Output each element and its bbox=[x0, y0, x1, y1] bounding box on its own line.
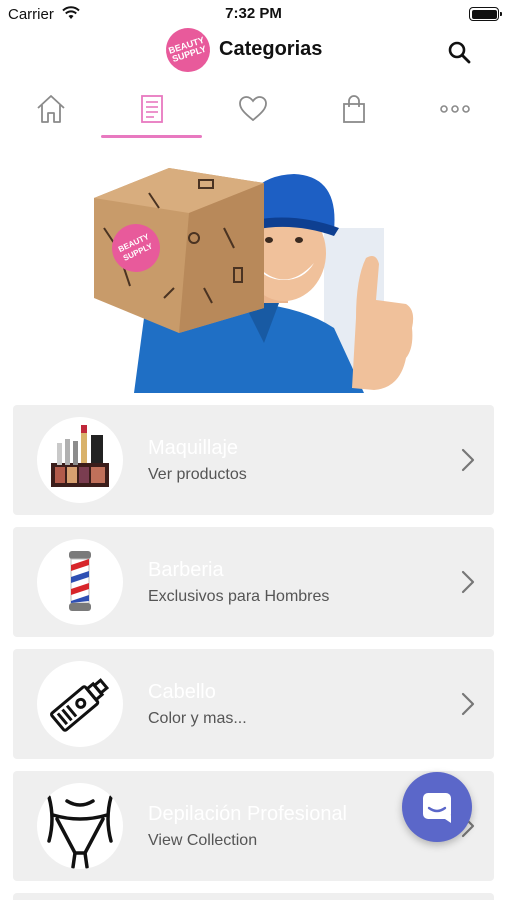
hair-tube-icon bbox=[37, 661, 123, 747]
category-title: Maquillaje bbox=[148, 437, 239, 459]
category-subtitle: Ver productos bbox=[148, 466, 247, 483]
category-card-makeup[interactable]: Maquillaje Ver productos bbox=[13, 405, 494, 515]
tab-bag[interactable] bbox=[303, 88, 404, 140]
search-icon[interactable] bbox=[447, 40, 471, 64]
category-title: Depilación Profesional bbox=[148, 803, 348, 825]
category-subtitle: Color y mas... bbox=[148, 710, 247, 727]
tab-favorites[interactable] bbox=[202, 88, 303, 140]
app-header: BEAUTY SUPPLY Categorias bbox=[0, 22, 507, 78]
status-time: 7:32 PM bbox=[225, 5, 282, 22]
delivery-man-image: BEAUTY SUPPLY bbox=[94, 168, 414, 393]
category-card-hair[interactable]: Cabello Color y mas... bbox=[13, 649, 494, 759]
tab-home[interactable] bbox=[0, 88, 101, 140]
category-title: Cabello bbox=[148, 681, 216, 703]
brand-logo[interactable]: BEAUTY SUPPLY bbox=[160, 22, 216, 78]
makeup-icon bbox=[37, 417, 123, 503]
category-card-partial[interactable] bbox=[13, 893, 494, 900]
category-subtitle: Exclusivos para Hombres bbox=[148, 588, 330, 605]
tab-categories[interactable] bbox=[101, 88, 202, 140]
heart-icon bbox=[238, 96, 267, 122]
chevron-right-icon bbox=[461, 448, 475, 472]
tab-bar bbox=[0, 88, 507, 140]
chat-icon bbox=[423, 793, 451, 823]
waxing-icon bbox=[37, 783, 123, 869]
barber-pole-icon bbox=[37, 539, 123, 625]
chevron-right-icon bbox=[461, 692, 475, 716]
bag-icon bbox=[342, 95, 365, 123]
list-icon bbox=[140, 95, 163, 123]
category-title: Barberia bbox=[148, 559, 224, 581]
active-tab-indicator bbox=[101, 135, 202, 138]
category-subtitle: View Collection bbox=[148, 832, 258, 849]
promo-banner[interactable]: BEAUTY SUPPLY bbox=[94, 168, 415, 393]
battery-icon bbox=[469, 7, 502, 21]
tab-more[interactable] bbox=[404, 88, 505, 140]
home-icon bbox=[36, 95, 65, 123]
more-icon bbox=[439, 105, 470, 113]
chat-button[interactable] bbox=[402, 772, 472, 842]
category-card-barber[interactable]: Barberia Exclusivos para Hombres bbox=[13, 527, 494, 637]
chevron-right-icon bbox=[461, 570, 475, 594]
status-bar: Carrier 7:32 PM bbox=[0, 0, 507, 28]
page-title: Categorias bbox=[219, 38, 323, 60]
